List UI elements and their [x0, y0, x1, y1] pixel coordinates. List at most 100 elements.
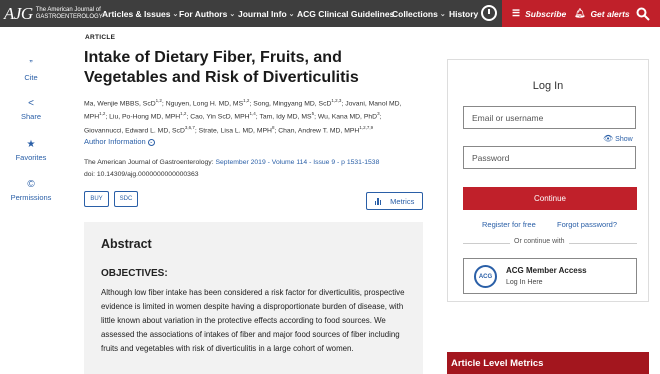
subscribe-label: Subscribe: [525, 8, 567, 19]
doi[interactable]: doi: 10.14309/ajg.0000000000000363: [84, 171, 199, 178]
article-type: ARTICLE: [85, 34, 116, 41]
copyright-icon: ©: [27, 179, 35, 190]
journal-citation: The American Journal of Gastroenterology…: [84, 159, 379, 166]
nav-label: ACG Clinical Guidelines: [297, 8, 395, 19]
cite-action[interactable]: ” Cite: [4, 59, 58, 83]
author-affiliation: 1,2: [99, 111, 106, 117]
username-input[interactable]: Email or username: [463, 106, 636, 129]
nav-label: For Authors: [179, 8, 228, 19]
author-affiliation: 8: [271, 124, 275, 130]
favorites-action[interactable]: ★ Favorites: [4, 139, 58, 163]
nav-for-authors[interactable]: For Authors ⌄: [179, 0, 235, 27]
nav-clinical-guidelines[interactable]: ACG Clinical Guidelines: [297, 0, 394, 27]
author-name[interactable]: Tam, Idy MD, MS: [259, 114, 311, 121]
password-input[interactable]: Password: [463, 146, 636, 169]
chevron-down-icon: ⌄: [147, 138, 155, 146]
nav-articles-issues[interactable]: Articles & Issues ⌄: [102, 0, 178, 27]
author-affiliation: 5: [311, 111, 315, 117]
show-label: Show: [615, 136, 633, 143]
logo-text: The American Journal of GASTROENTEROLOGY: [36, 7, 103, 21]
eye-icon: 👁︎: [603, 134, 614, 143]
chevron-down-icon: ⌄: [229, 10, 236, 18]
sdc-button[interactable]: SDC: [114, 191, 138, 207]
nav-journal-info[interactable]: Journal Info ⌄: [238, 0, 295, 27]
author-affiliation: 3: [377, 111, 380, 117]
author-name[interactable]: Song, Mingyang MD, ScD: [253, 100, 331, 107]
author-name[interactable]: Giovannucci, Edward L. MD, ScD: [84, 127, 185, 134]
journal-name: The American Journal of Gastroenterology…: [84, 159, 216, 166]
acg-logo: ACG: [474, 265, 497, 288]
bell-icon: 🔔︎: [574, 8, 586, 18]
acg-title: ACG Member Access: [506, 266, 587, 275]
abstract-section: Abstract OBJECTIVES: Although low fiber …: [84, 222, 423, 374]
acg-subtitle: Log In Here: [506, 279, 543, 286]
chevron-down-icon: ⌄: [439, 10, 446, 18]
author-name[interactable]: Ma, Wenjie MBBS, ScD: [84, 100, 156, 107]
cite-label: Cite: [24, 73, 38, 82]
author-name[interactable]: Wu, Kana MD, PhD: [318, 114, 377, 121]
nav-history[interactable]: History: [449, 0, 478, 27]
abstract-heading: Abstract: [101, 237, 152, 251]
metrics-label: Metrics: [390, 196, 415, 206]
logo-line2: GASTROENTEROLOGY: [35, 13, 103, 20]
nav-label: Journal Info: [238, 8, 287, 19]
logo-line1: The American Journal of: [35, 6, 101, 13]
author-list: Ma, Wenjie MBBS, ScD1,2; Nguyen, Long H.…: [84, 98, 402, 135]
chevron-down-icon: ⌄: [172, 10, 179, 18]
share-action[interactable]: < Share: [4, 98, 58, 122]
author-affiliation: 1,2: [155, 98, 162, 103]
or-continue-label: Or continue with: [510, 238, 569, 245]
login-panel: Log In Email or username 👁︎ Show Password…: [447, 59, 649, 302]
search-icon: [636, 7, 650, 21]
subscribe-icon: ☰: [512, 8, 521, 18]
register-link[interactable]: Register for free: [482, 220, 536, 229]
objectives-text: Although low fiber intake has been consi…: [101, 288, 405, 353]
nav-label: Collections: [392, 8, 438, 19]
author-affiliation: 1,2,7,9: [359, 124, 374, 130]
star-icon: ★: [26, 139, 36, 150]
logo-mark: AJG: [4, 3, 33, 23]
author-name[interactable]: Chan, Andrew T. MD, MPH: [278, 127, 359, 134]
author-name[interactable]: Cao, Yin ScD, MPH: [190, 114, 249, 121]
buy-button[interactable]: BUY: [84, 191, 109, 207]
permissions-action[interactable]: © Permissions: [4, 179, 58, 203]
author-affiliation: 1,2: [243, 98, 250, 103]
account-actions: ☰ Subscribe 🔔︎ Get alerts: [502, 0, 660, 27]
author-affiliation: 1,2: [180, 111, 187, 117]
issue-link[interactable]: September 2019 - Volume 114 - Issue 9 - …: [215, 159, 379, 166]
subscribe-link[interactable]: ☰ Subscribe: [512, 0, 566, 27]
favorites-label: Favorites: [15, 153, 47, 162]
objectives-heading: OBJECTIVES:: [101, 268, 168, 279]
show-password-toggle[interactable]: 👁︎ Show: [603, 134, 633, 143]
nav-collections[interactable]: Collections ⌄: [392, 0, 446, 27]
permissions-label: Permissions: [10, 193, 52, 202]
history-icon[interactable]: [481, 5, 497, 21]
share-icon: <: [28, 98, 34, 109]
author-name[interactable]: Strate, Lisa L. MD, MPH: [199, 127, 272, 134]
chevron-down-icon: ⌄: [288, 10, 295, 18]
journal-logo[interactable]: AJG The American Journal of GASTROENTERO…: [0, 0, 103, 27]
author-affiliation: 1,4: [249, 111, 256, 117]
article-title: Intake of Dietary Fiber, Fruits, and Veg…: [84, 49, 359, 86]
author-information-toggle[interactable]: Author Information ⌄: [84, 137, 155, 146]
quote-icon: ”: [29, 59, 33, 70]
alerts-label: Get alerts: [590, 8, 630, 19]
acg-member-access-button[interactable]: ACG ACG Member Access Log In Here: [463, 258, 637, 294]
bar-chart-icon: [374, 197, 383, 205]
forgot-password-link[interactable]: Forgot password?: [557, 220, 617, 229]
continue-button[interactable]: Continue: [463, 187, 637, 210]
login-title: Log In: [532, 80, 564, 92]
author-affiliation: 3,6,7: [184, 124, 195, 130]
metrics-button[interactable]: Metrics: [366, 192, 423, 210]
author-info-label: Author Information: [84, 137, 146, 146]
nav-label: History: [449, 8, 479, 19]
search-button[interactable]: [636, 0, 650, 27]
author-name[interactable]: Nguyen, Long H. MD, MS: [166, 100, 243, 107]
author-name[interactable]: Liu, Po-Hong MD, MPH: [109, 114, 180, 121]
article-level-metrics-header[interactable]: Article Level Metrics: [447, 352, 649, 374]
nav-label: Articles & Issues: [102, 8, 171, 19]
get-alerts-link[interactable]: 🔔︎ Get alerts: [574, 0, 630, 27]
top-nav: AJG The American Journal of GASTROENTERO…: [0, 0, 660, 27]
share-label: Share: [20, 112, 41, 121]
author-affiliation: 1,2,3: [331, 98, 342, 103]
